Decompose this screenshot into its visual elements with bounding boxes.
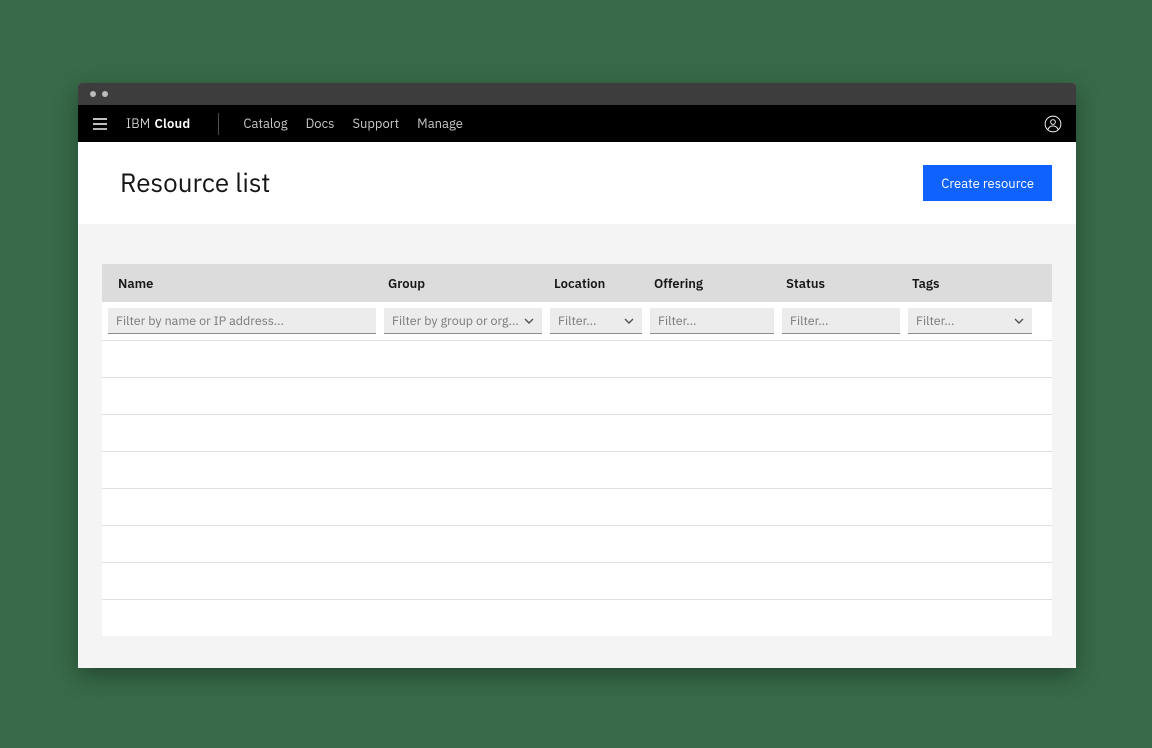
table-header-row: Name Group Location Offering Status Tags [102, 264, 1052, 302]
chevron-down-icon [524, 316, 534, 326]
filter-tags-select[interactable]: Filter... [908, 308, 1032, 334]
filter-row: Filter by group or org... Filter... [102, 302, 1052, 340]
table-row[interactable] [102, 562, 1052, 599]
filter-group-select[interactable]: Filter by group or org... [384, 308, 542, 334]
filter-status-input[interactable] [782, 308, 900, 334]
window-titlebar [78, 83, 1076, 105]
create-resource-button[interactable]: Create resource [923, 165, 1052, 201]
brand-prefix: IBM [126, 115, 150, 132]
filter-group-placeholder: Filter by group or org... [392, 313, 519, 329]
filter-location-select[interactable]: Filter... [550, 308, 642, 334]
col-header-tags[interactable]: Tags [904, 275, 1036, 292]
col-header-status[interactable]: Status [778, 275, 904, 292]
col-header-offering[interactable]: Offering [646, 275, 778, 292]
brand-suffix: Cloud [154, 115, 190, 132]
nav-divider [218, 113, 219, 135]
resource-table: Name Group Location Offering Status Tags… [102, 264, 1052, 636]
app-window: IBM Cloud Catalog Docs Support Manage Re… [78, 83, 1076, 668]
filter-offering-input[interactable] [650, 308, 774, 334]
table-row[interactable] [102, 525, 1052, 562]
col-header-name[interactable]: Name [102, 275, 380, 292]
content-area: Name Group Location Offering Status Tags… [78, 224, 1076, 668]
nav-support[interactable]: Support [352, 115, 399, 132]
brand-logo[interactable]: IBM Cloud [126, 115, 190, 132]
filter-name-input[interactable] [108, 308, 376, 334]
table-row[interactable] [102, 488, 1052, 525]
chevron-down-icon [1014, 316, 1024, 326]
nav-manage[interactable]: Manage [417, 115, 463, 132]
filter-tags-placeholder: Filter... [916, 313, 954, 329]
nav-docs[interactable]: Docs [306, 115, 335, 132]
nav-catalog[interactable]: Catalog [243, 115, 287, 132]
table-body [102, 340, 1052, 636]
top-nav: IBM Cloud Catalog Docs Support Manage [78, 105, 1076, 142]
table-row[interactable] [102, 377, 1052, 414]
page-title: Resource list [120, 166, 270, 200]
user-avatar-icon[interactable] [1044, 115, 1062, 133]
window-dot [90, 91, 96, 97]
table-row[interactable] [102, 451, 1052, 488]
filter-location-placeholder: Filter... [558, 313, 596, 329]
window-dot [102, 91, 108, 97]
menu-icon[interactable] [92, 116, 108, 132]
page-header: Resource list Create resource [78, 142, 1076, 224]
table-row[interactable] [102, 414, 1052, 451]
table-row[interactable] [102, 599, 1052, 636]
chevron-down-icon [624, 316, 634, 326]
col-header-group[interactable]: Group [380, 275, 546, 292]
col-header-location[interactable]: Location [546, 275, 646, 292]
table-row[interactable] [102, 340, 1052, 377]
